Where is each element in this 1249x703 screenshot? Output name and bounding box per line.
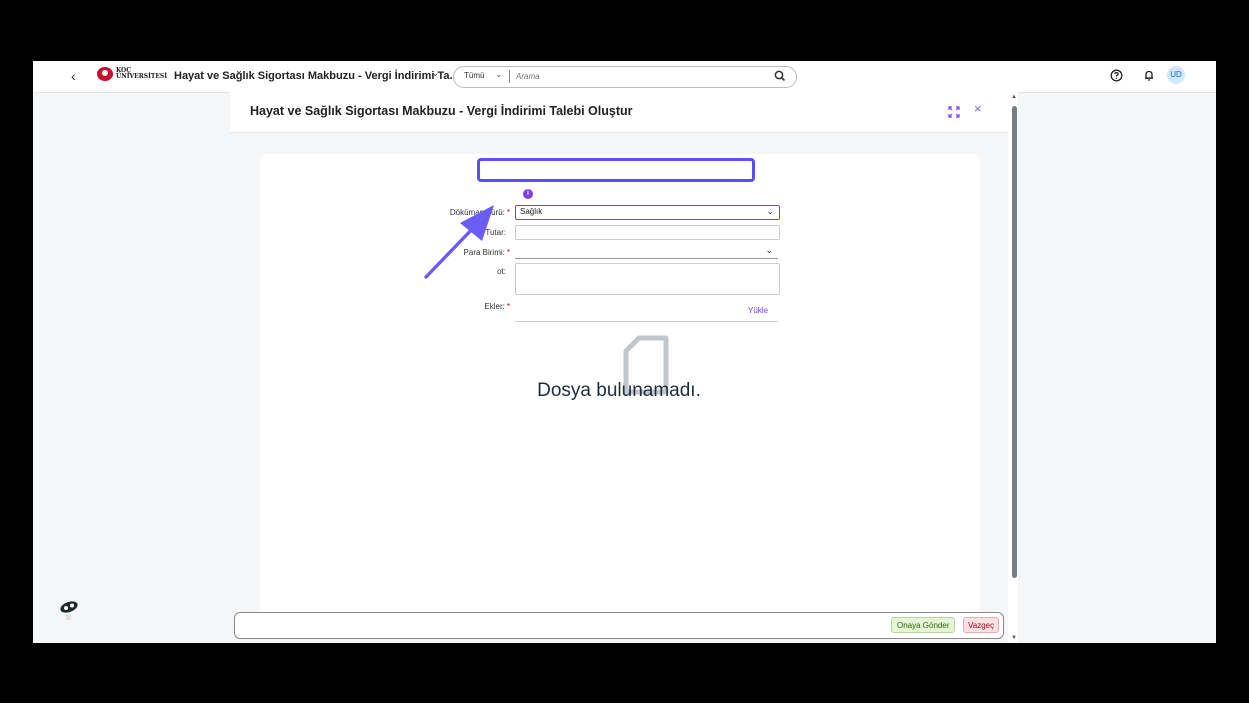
chevron-down-icon[interactable]: ⌄	[431, 68, 439, 79]
create-request-dialog: Hayat ve Sağlık Sigortası Makbuzu - Verg…	[230, 92, 1018, 643]
shell-bar: ‹ KOÇ ÜNİVERSİTESİ Hayat ve Sağlık Sigor…	[33, 61, 1216, 93]
doc-type-select[interactable]: Sağlık ⌄	[515, 205, 780, 220]
attachments-divider	[515, 321, 778, 322]
search-input[interactable]	[516, 70, 766, 83]
logo-text: KOÇ ÜNİVERSİTESİ	[116, 68, 167, 80]
amount-input[interactable]	[515, 225, 780, 240]
doc-type-value: Sağlık	[520, 207, 543, 216]
send-for-approval-button[interactable]: Onaya Gönder	[891, 617, 956, 633]
close-icon[interactable]: ×	[974, 101, 982, 116]
chevron-down-icon[interactable]: ⌄	[766, 206, 774, 217]
chevron-down-icon[interactable]: ⌄	[495, 69, 503, 80]
back-button[interactable]: ‹	[71, 68, 76, 84]
fullscreen-icon[interactable]	[948, 105, 960, 123]
search-scope-select[interactable]: Tümü	[464, 71, 484, 80]
scroll-down-icon[interactable]: ▼	[1011, 635, 1017, 641]
search-field[interactable]: Tümü ⌄	[453, 66, 797, 88]
required-mark: *	[506, 302, 510, 311]
scrollbar-thumb[interactable]	[1012, 106, 1017, 578]
note-textarea[interactable]	[515, 263, 780, 295]
required-mark: *	[506, 248, 510, 257]
currency-select[interactable]: ⌄	[515, 245, 778, 259]
vertical-scrollbar[interactable]: ▲ ▼	[1010, 92, 1018, 643]
dialog-footer: Onaya Gönder Vazgeç	[234, 612, 1004, 639]
app-screen: ‹ KOÇ ÜNİVERSİTESİ Hayat ve Sağlık Sigor…	[33, 61, 1216, 643]
bell-icon[interactable]	[1143, 69, 1155, 87]
assistant-bot-icon[interactable]	[57, 598, 81, 627]
help-icon[interactable]	[1110, 69, 1123, 87]
scroll-up-icon[interactable]: ▲	[1011, 94, 1017, 100]
cancel-button[interactable]: Vazgeç	[963, 617, 1000, 633]
dialog-title: Hayat ve Sağlık Sigortası Makbuzu - Verg…	[250, 104, 633, 118]
required-mark: *	[506, 208, 510, 217]
logo-mark-icon	[97, 67, 113, 81]
empty-state-text: Dosya bulunamadı.	[537, 380, 701, 401]
annotation-highlight-box	[477, 158, 755, 182]
logo-line-2: ÜNİVERSİTESİ	[116, 73, 168, 80]
dialog-header: Hayat ve Sağlık Sigortası Makbuzu - Verg…	[230, 92, 1008, 133]
app-title[interactable]: Hayat ve Sağlık Sigortası Makbuzu - Verg…	[174, 70, 459, 82]
info-icon[interactable]: i	[523, 189, 533, 199]
search-divider	[509, 70, 510, 83]
attachments-label: Ekler: *	[484, 302, 510, 311]
avatar[interactable]: UD	[1167, 66, 1185, 84]
dialog-body: i Döküman Türü: * Sağlık ⌄ Tutar: Para Bi…	[230, 133, 1008, 643]
annotation-arrow-icon	[390, 177, 500, 302]
attachments-label-text: Ekler:	[484, 302, 505, 311]
upload-button[interactable]: Yükle	[748, 306, 768, 315]
search-icon[interactable]	[774, 69, 786, 88]
university-logo[interactable]: KOÇ ÜNİVERSİTESİ	[97, 67, 167, 81]
chevron-down-icon[interactable]: ⌄	[765, 245, 773, 256]
